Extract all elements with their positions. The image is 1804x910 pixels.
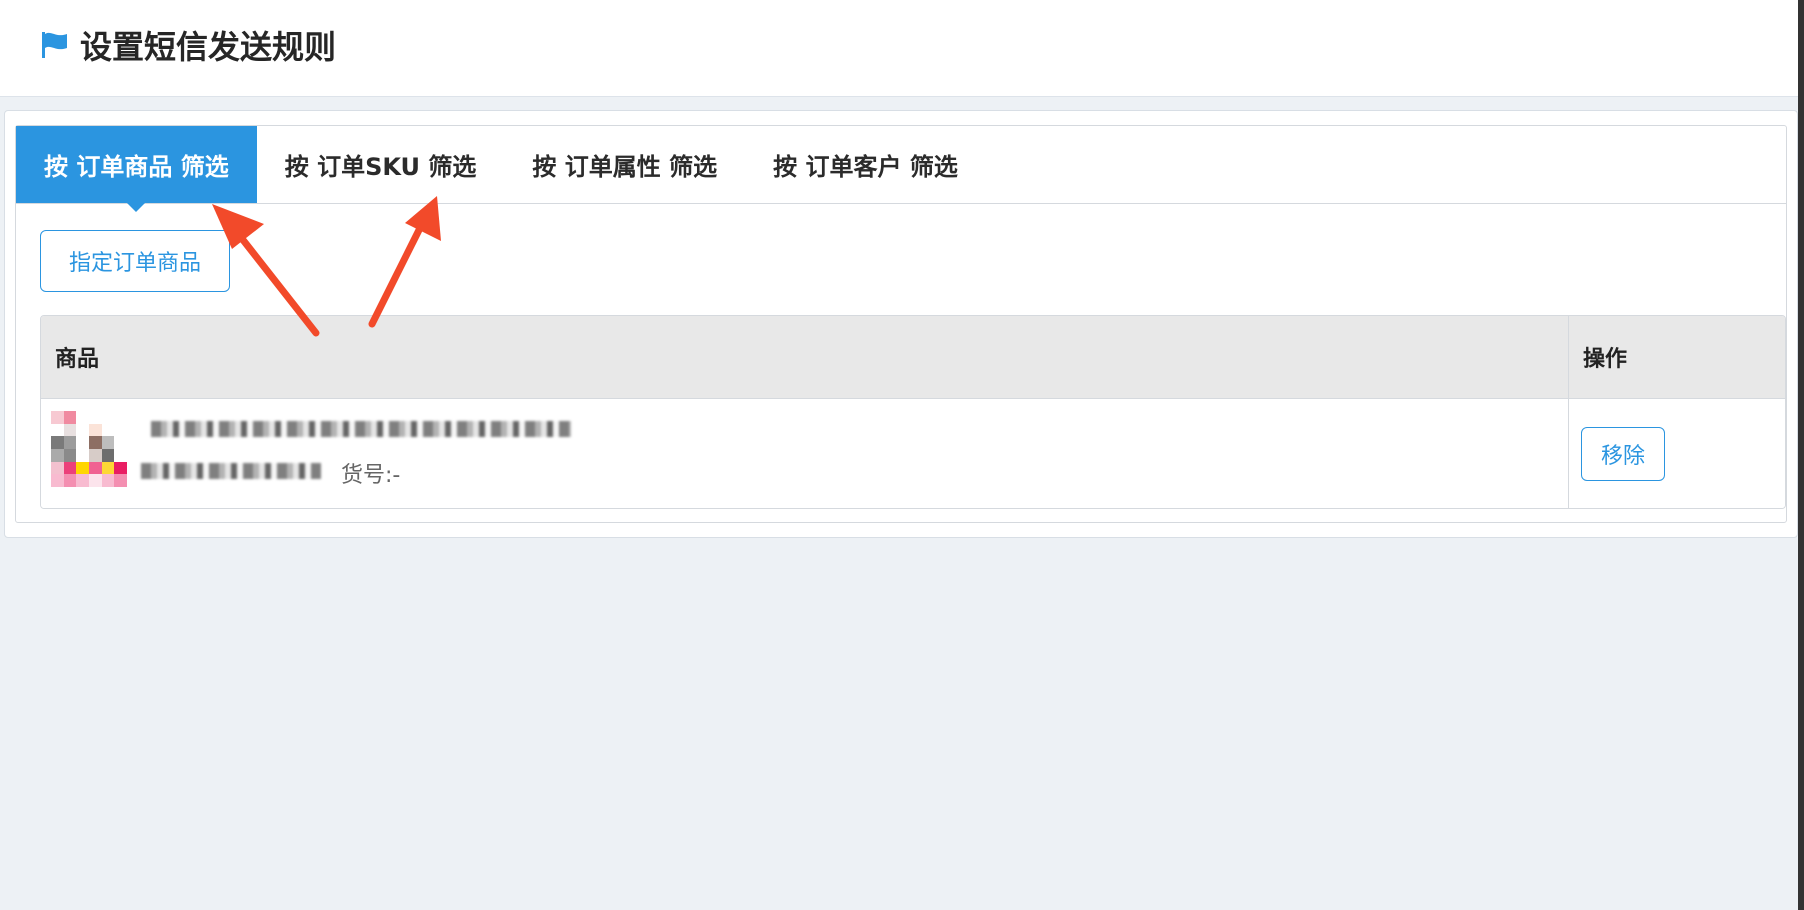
assign-order-goods-button[interactable]: 指定订单商品 [40, 230, 230, 292]
column-header-goods: 商品 [41, 316, 1569, 398]
rule-panel: 按 订单商品 筛选 按 订单SKU 筛选 按 订单属性 筛选 按 订单客户 筛选… [4, 110, 1798, 538]
tab-order-sku[interactable]: 按 订单SKU 筛选 [257, 126, 505, 203]
product-thumbnail-icon [51, 411, 127, 487]
tab-label: 按 订单属性 筛选 [532, 153, 718, 181]
column-header-action: 操作 [1583, 347, 1628, 372]
table-header: 商品 操作 [41, 316, 1785, 399]
filter-tab-bar: 按 订单商品 筛选 按 订单SKU 筛选 按 订单属性 筛选 按 订单客户 筛选 [16, 126, 1786, 212]
filter-tabs-container: 按 订单商品 筛选 按 订单SKU 筛选 按 订单属性 筛选 按 订单客户 筛选… [15, 125, 1787, 523]
table-row: 货号:- 移除 [41, 399, 1785, 508]
tab-label: 按 订单商品 筛选 [44, 153, 229, 181]
product-sku-redacted [141, 463, 321, 479]
goods-cell: 货号:- [41, 399, 1569, 508]
tab-label: 按 订单客户 筛选 [773, 153, 958, 181]
window-edge [1798, 0, 1804, 910]
tab-order-goods[interactable]: 按 订单商品 筛选 [16, 126, 257, 212]
remove-button[interactable]: 移除 [1581, 426, 1665, 481]
tab-order-attribute[interactable]: 按 订单属性 筛选 [504, 126, 745, 203]
product-title-redacted [151, 421, 571, 437]
page-title-text: 设置短信发送规则 [80, 28, 337, 66]
action-cell: 移除 [1569, 399, 1785, 508]
tab-order-customer[interactable]: 按 订单客户 筛选 [745, 126, 986, 203]
flag-icon [40, 30, 70, 60]
goods-table: 商品 操作 货号:- 移除 [40, 315, 1786, 509]
page-title: 设置短信发送规则 [40, 22, 336, 68]
product-item-number: 货号:- [341, 463, 401, 488]
tab-label: 按 订单SKU 筛选 [284, 153, 477, 181]
page-header: 设置短信发送规则 [0, 0, 1798, 97]
